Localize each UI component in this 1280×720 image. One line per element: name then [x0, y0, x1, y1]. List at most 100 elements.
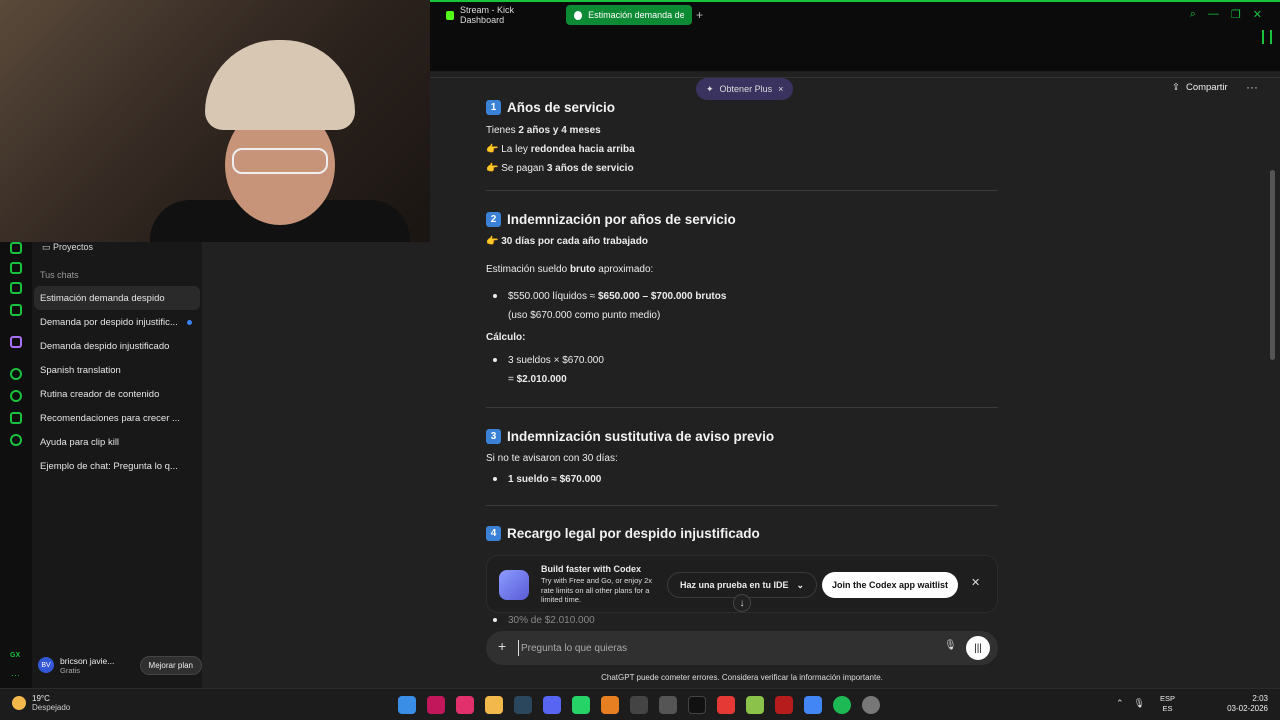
chat-sidebar: ▭ Proyectos Tus chats Estimación demanda… — [32, 242, 202, 688]
microphone-icon[interactable]: 🎙 — [1134, 698, 1145, 709]
language-indicator[interactable]: ESP ES — [1160, 694, 1175, 714]
extension-icon[interactable] — [10, 262, 22, 274]
clock-icon[interactable] — [10, 390, 22, 402]
chat-item[interactable]: Demanda por despido injustific... — [34, 310, 200, 334]
play-icon[interactable] — [10, 368, 22, 380]
scrollbar[interactable] — [1270, 170, 1275, 360]
voice-mode-button[interactable]: ||| — [966, 636, 990, 660]
tab-chatgpt[interactable]: Estimación demanda desp — [566, 5, 692, 25]
share-icon[interactable] — [10, 412, 22, 424]
number-badge: 4 — [486, 526, 501, 541]
app-icon[interactable] — [601, 696, 619, 714]
section-heading: 3 Indemnización sustitutiva de aviso pre… — [486, 429, 998, 444]
accent-line — [430, 0, 1280, 2]
microphone-icon[interactable]: 🎙 — [944, 640, 957, 651]
app-icon[interactable] — [862, 696, 880, 714]
chat-item[interactable]: Spanish translation — [34, 358, 200, 382]
folder-icon: ▭ — [42, 242, 54, 252]
calc-label: Cálculo: — [486, 332, 526, 343]
projects-link[interactable]: ▭ Proyectos — [42, 242, 93, 253]
chat-item[interactable]: Recomendaciones para crecer ... — [34, 406, 200, 430]
divider — [486, 407, 998, 408]
list-item: 3 sueldos × $670.000 = $2.010.000 — [486, 351, 998, 389]
share-icon: ⇪ — [1172, 82, 1180, 93]
spotify-icon[interactable] — [833, 696, 851, 714]
close-icon[interactable]: ✕ — [1253, 8, 1262, 21]
chat-item[interactable]: Demanda despido injustificado — [34, 334, 200, 358]
chrome-icon[interactable] — [804, 696, 822, 714]
section-heading: 4 Recargo legal por despido injustificad… — [486, 526, 998, 541]
clock[interactable]: 2:03 03-02-2026 — [1222, 694, 1268, 714]
paragraph: Si no te avisaron con 30 días: — [486, 453, 618, 464]
chat-item[interactable]: Ayuda para clip kill — [34, 430, 200, 454]
more-options-icon[interactable]: ··· — [1246, 80, 1258, 94]
tab-label: Estimación demanda desp — [588, 10, 684, 20]
pointing-hand-icon: 👉 — [486, 163, 502, 174]
divider — [486, 505, 998, 506]
chatgpt-icon — [574, 10, 583, 20]
pointing-hand-icon: 👉 — [486, 144, 502, 155]
scroll-down-button[interactable]: ↓ — [733, 594, 751, 612]
messenger-icon[interactable] — [10, 304, 22, 316]
arrow-down-icon: ↓ — [739, 597, 745, 609]
chat-item[interactable]: Ejemplo de chat: Pregunta lo q... — [34, 454, 200, 478]
twitch-icon[interactable] — [10, 282, 22, 294]
history-icon[interactable] — [10, 242, 22, 254]
sparkle-icon: ✦ — [706, 83, 714, 94]
list-item: 1 sueldo ≈ $670.000 — [486, 470, 998, 489]
search-icon[interactable]: ⌕ — [1190, 8, 1196, 21]
steam-icon[interactable] — [514, 696, 532, 714]
webcam-overlay — [0, 0, 430, 242]
app-icon[interactable] — [427, 696, 445, 714]
prompt-input[interactable] — [518, 640, 898, 656]
github-icon[interactable] — [630, 696, 648, 714]
app-icon[interactable] — [746, 696, 764, 714]
divider — [486, 190, 998, 191]
plus-icon[interactable]: + — [498, 638, 506, 654]
chevron-up-icon[interactable]: ⌃ — [1116, 698, 1124, 709]
number-badge: 3 — [486, 429, 501, 444]
temperature: 19°C — [32, 694, 50, 703]
new-tab-button[interactable]: + — [696, 8, 703, 22]
unread-dot — [187, 320, 192, 325]
folder-icon[interactable] — [485, 696, 503, 714]
twitch-app-icon[interactable] — [10, 336, 22, 348]
user-plan: Gratis — [60, 665, 81, 675]
gx-label: GX — [10, 652, 21, 659]
app-icon[interactable] — [659, 696, 677, 714]
number-badge: 2 — [486, 212, 501, 227]
chat-item[interactable]: Estimación demanda despido — [34, 286, 200, 310]
weather-desc: Despejado — [32, 703, 71, 712]
discord-icon[interactable] — [543, 696, 561, 714]
share-button[interactable]: ⇪ Compartir — [1172, 82, 1228, 93]
disclaimer: ChatGPT puede cometer errores. Considera… — [601, 673, 883, 682]
paragraph: 👉 La ley redondea hacia arriba — [486, 144, 635, 155]
close-icon[interactable]: ✕ — [971, 576, 980, 589]
weather-widget[interactable]: 19°C Despejado — [12, 694, 70, 712]
waitlist-button[interactable]: Join the Codex app waitlist — [822, 572, 959, 598]
instagram-icon[interactable] — [456, 696, 474, 714]
windows-start-icon[interactable] — [398, 696, 416, 714]
sidebar-toggle-icon[interactable] — [1262, 30, 1272, 44]
maximize-icon[interactable]: ❐ — [1231, 8, 1241, 21]
settings-icon[interactable] — [10, 434, 22, 446]
youtube-icon[interactable] — [717, 696, 735, 714]
tab-kick-dashboard[interactable]: Stream - Kick Dashboard — [438, 5, 558, 25]
upgrade-button[interactable]: Mejorar plan — [139, 656, 202, 675]
pointing-hand-icon: 👉 — [486, 236, 502, 247]
whatsapp-icon[interactable] — [572, 696, 590, 714]
opera-gx-icon[interactable] — [775, 696, 793, 714]
user-name: bricson javie... — [60, 655, 115, 666]
paragraph: 👉 Se pagan 3 años de servicio — [486, 163, 634, 174]
system-tray: ⌃ 🎙 — [1116, 698, 1145, 709]
user-profile[interactable]: BV bricson javie... Gratis Mejorar plan — [38, 650, 202, 680]
paragraph: Tienes 2 años y 4 meses — [486, 125, 601, 136]
codex-title: Build faster with Codex — [541, 564, 642, 574]
minimize-icon[interactable]: — — [1208, 8, 1219, 21]
close-icon[interactable]: × — [778, 84, 783, 94]
chat-item[interactable]: Rutina creador de contenido — [34, 382, 200, 406]
webcam-glasses — [232, 148, 328, 174]
tiktok-icon[interactable] — [688, 696, 706, 714]
more-icon[interactable]: ··· — [11, 670, 20, 680]
section-heading: 1 Años de servicio — [486, 100, 998, 115]
